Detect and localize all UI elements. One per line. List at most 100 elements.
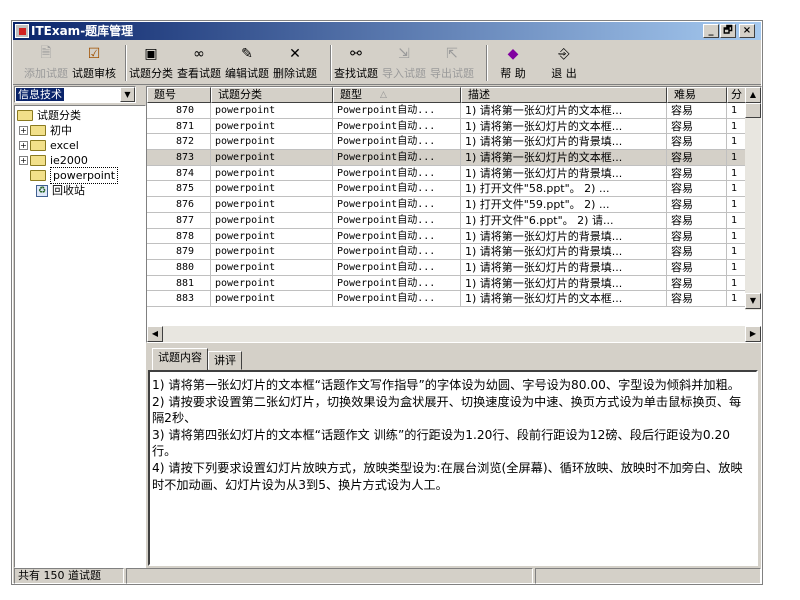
table-row[interactable]: 879 powerpoint Powerpoint自动... 1) 请将第一张幻灯片的…	[147, 244, 747, 260]
expand-icon[interactable]: +	[19, 126, 28, 135]
horizontal-scrollbar[interactable]: ◀ ▶	[147, 326, 761, 342]
column-header-score[interactable]: 分	[727, 87, 747, 103]
tree-node-label: 初中	[50, 124, 72, 137]
cell-score: 1	[727, 291, 747, 307]
tree-node-label: 回收站	[52, 184, 85, 197]
table-row[interactable]: 870 powerpoint Powerpoint自动... 1) 请将第一张幻灯片的…	[147, 103, 747, 119]
cell-id: 874	[147, 165, 211, 182]
find-question-button[interactable]: ⚯ 查找试题	[332, 43, 380, 83]
cell-type: Powerpoint自动...	[333, 165, 461, 182]
maximize-button[interactable]: 🗗	[720, 24, 736, 38]
table-row[interactable]: 883 powerpoint Powerpoint自动... 1) 请将第一张幻灯片的…	[147, 291, 747, 307]
table-row[interactable]: 872 powerpoint Powerpoint自动... 1) 请将第一张幻灯片的…	[147, 134, 747, 151]
table-row[interactable]: 873 powerpoint Powerpoint自动... 1) 请将第一张幻灯片的…	[147, 150, 747, 166]
toolbar-group-manage: ▣ 试题分类 ∞ 查看试题 ✎ 编辑试题 ✕ 删除试题	[127, 43, 319, 83]
column-header-category[interactable]: 试题分类	[211, 87, 333, 103]
folder-icon	[30, 170, 46, 181]
cell-id: 873	[147, 150, 211, 166]
content-line: 1) 请将第一张幻灯片的文本框“话题作文写作指导”的字体设为幼圆、字号设为80.…	[152, 378, 740, 392]
sidebar: 信息技术 ▼ 试题分类 + 初中 + excel + ie2000 powerp…	[14, 86, 147, 568]
cell-difficulty: 容易	[667, 275, 727, 292]
delete-question-button[interactable]: ✕ 删除试题	[271, 43, 319, 83]
table-header: 题号 试题分类 题型 △ 描述 难易 分	[147, 87, 747, 103]
cell-difficulty: 容易	[667, 134, 727, 151]
cell-score: 1	[727, 150, 747, 166]
recycle-bin-icon: ♻	[36, 184, 48, 197]
review-question-label: 试题审核	[72, 67, 116, 80]
expand-icon[interactable]: +	[19, 156, 28, 165]
expand-icon[interactable]: +	[19, 141, 28, 150]
cell-difficulty: 容易	[667, 259, 727, 276]
table-row[interactable]: 878 powerpoint Powerpoint自动... 1) 请将第一张幻灯片的…	[147, 228, 747, 245]
cell-description: 1) 打开文件"59.ppt"。 2) ...	[461, 197, 667, 213]
cell-score: 1	[727, 134, 747, 151]
categorize-label: 试题分类	[129, 67, 173, 80]
table-row[interactable]: 871 powerpoint Powerpoint自动... 1) 请将第一张幻灯片的…	[147, 118, 747, 135]
cell-id: 878	[147, 228, 211, 245]
scroll-right-icon[interactable]: ▶	[745, 326, 761, 342]
column-header-id[interactable]: 题号	[147, 87, 211, 103]
title-bar[interactable]: ITExam-题库管理 _ 🗗 ×	[13, 22, 761, 40]
tree-node-powerpoint[interactable]: powerpoint	[17, 167, 145, 184]
add-question-button[interactable]: 🗎 添加试题	[22, 43, 70, 83]
cell-type: Powerpoint自动...	[333, 259, 461, 276]
table-row[interactable]: 874 powerpoint Powerpoint自动... 1) 请将第一张幻灯片的…	[147, 165, 747, 182]
minimize-button[interactable]: _	[703, 24, 719, 38]
table-row[interactable]: 876 powerpoint Powerpoint自动... 1) 打开文件"59.p…	[147, 197, 747, 213]
question-detail-panel: 试题内容 讲评 1) 请将第一张幻灯片的文本框“话题作文写作指导”的字体设为幼圆…	[146, 344, 762, 568]
cell-id: 877	[147, 212, 211, 229]
cell-category: powerpoint	[211, 291, 333, 307]
tab-comment[interactable]: 讲评	[208, 351, 242, 370]
scroll-down-icon[interactable]: ▼	[745, 293, 761, 309]
cell-description: 1) 请将第一张幻灯片的背景填...	[461, 259, 667, 276]
help-button[interactable]: ◆ 帮 助	[491, 43, 535, 83]
cell-category: powerpoint	[211, 103, 333, 119]
table-row[interactable]: 880 powerpoint Powerpoint自动... 1) 请将第一张幻灯片的…	[147, 259, 747, 276]
cell-type: Powerpoint自动...	[333, 197, 461, 213]
chevron-down-icon[interactable]: ▼	[120, 87, 135, 102]
category-icon: ▣	[144, 46, 158, 62]
cell-type: Powerpoint自动...	[333, 244, 461, 260]
vertical-scrollbar[interactable]: ▲ ▼	[745, 87, 761, 310]
table-row[interactable]: 875 powerpoint Powerpoint自动... 1) 打开文件"58.p…	[147, 181, 747, 198]
view-question-button[interactable]: ∞ 查看试题	[175, 43, 223, 83]
table-row[interactable]: 881 powerpoint Powerpoint自动... 1) 请将第一张幻灯片的…	[147, 275, 747, 292]
delete-question-label: 删除试题	[273, 67, 317, 80]
toolbar: 🗎 添加试题 ☑ 试题审核 ▣ 试题分类 ∞ 查看试题 ✎ 编辑试题 ✕ 删除试…	[13, 41, 761, 85]
categorize-button[interactable]: ▣ 试题分类	[127, 43, 175, 83]
edit-question-button[interactable]: ✎ 编辑试题	[223, 43, 271, 83]
table-row[interactable]: 877 powerpoint Powerpoint自动... 1) 打开文件"6.pp…	[147, 212, 747, 229]
exit-button[interactable]: ⎆ 退 出	[541, 43, 587, 83]
cell-score: 1	[727, 118, 747, 135]
cell-description: 1) 请将第一张幻灯片的背景填...	[461, 228, 667, 245]
tree-node-label: ie2000	[50, 154, 88, 167]
cell-description: 1) 打开文件"6.ppt"。 2) 请...	[461, 212, 667, 229]
glasses-icon: ∞	[193, 46, 205, 62]
tree-node-root[interactable]: 试题分类	[17, 108, 145, 123]
folder-icon	[30, 125, 46, 136]
help-book-icon: ◆	[507, 46, 519, 62]
cell-type: Powerpoint自动...	[333, 150, 461, 166]
app-icon	[15, 24, 29, 38]
close-button[interactable]: ×	[739, 24, 755, 38]
tree-node-excel[interactable]: + excel	[17, 138, 145, 153]
cell-category: powerpoint	[211, 212, 333, 229]
column-header-type[interactable]: 题型 △	[333, 87, 461, 103]
column-header-difficulty[interactable]: 难易	[667, 87, 727, 103]
scroll-left-icon[interactable]: ◀	[147, 326, 163, 342]
tree-node-recycle-bin[interactable]: ♻ 回收站	[17, 183, 145, 198]
toolbar-group-data: ⚯ 查找试题 ⇲ 导入试题 ⇱ 导出试题	[332, 43, 476, 83]
tree-node-junior[interactable]: + 初中	[17, 123, 145, 138]
import-question-button[interactable]: ⇲ 导入试题	[380, 43, 428, 83]
tree-node-ie2000[interactable]: + ie2000	[17, 153, 145, 168]
cell-category: powerpoint	[211, 259, 333, 276]
column-header-description[interactable]: 描述	[461, 87, 667, 103]
delete-x-icon: ✕	[289, 46, 301, 62]
export-question-button[interactable]: ⇱ 导出试题	[428, 43, 476, 83]
scroll-thumb[interactable]	[745, 103, 761, 118]
subject-combo[interactable]: 信息技术 ▼	[14, 86, 136, 103]
cell-difficulty: 容易	[667, 150, 727, 166]
review-question-button[interactable]: ☑ 试题审核	[70, 43, 118, 83]
tab-question-content[interactable]: 试题内容	[152, 348, 208, 370]
scroll-up-icon[interactable]: ▲	[745, 87, 761, 103]
